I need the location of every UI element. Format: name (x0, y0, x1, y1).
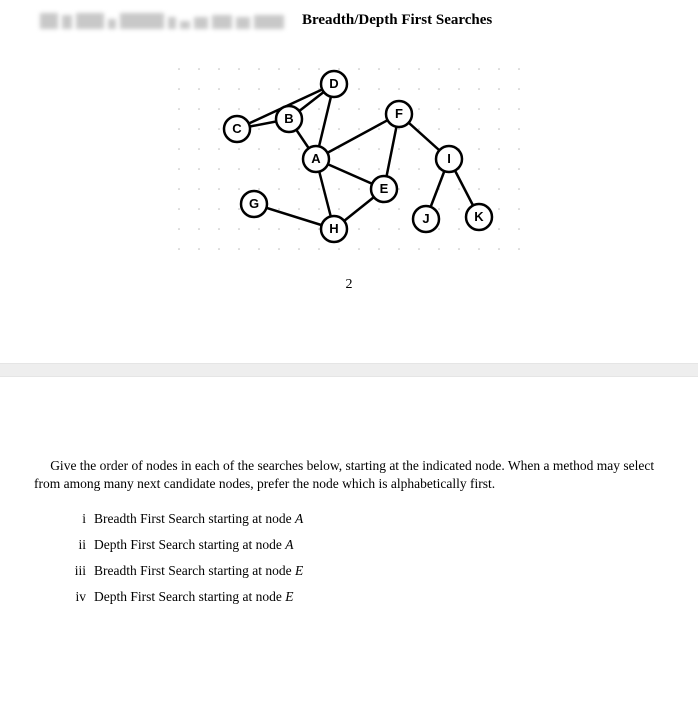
header: Breadth/Depth First Searches (0, 0, 698, 29)
graph-node-label: H (329, 221, 338, 236)
graph-node-label: A (311, 151, 321, 166)
graph-node-label: C (232, 121, 242, 136)
roman-numeral: iv (62, 589, 86, 605)
graph-node-label: K (474, 209, 484, 224)
graph-node-label: F (395, 106, 403, 121)
instructions-text: Give the order of nodes in each of the s… (34, 457, 664, 493)
graph-node-label: B (284, 111, 293, 126)
question-item: iii Breadth First Search starting at node… (62, 563, 664, 579)
section-divider (0, 363, 698, 377)
graph-node-label: E (380, 181, 389, 196)
graph-node-label: J (422, 211, 429, 226)
redacted-block (40, 13, 284, 29)
question-text: Breadth First Search starting at node (94, 511, 295, 526)
question-text: Depth First Search starting at node (94, 537, 285, 552)
graph-node-label: I (447, 151, 451, 166)
roman-numeral: ii (62, 537, 86, 553)
node-variable: E (295, 563, 303, 578)
graph-node-label: G (249, 196, 259, 211)
graph-diagram: D B C F A I G E H J K (159, 59, 539, 259)
roman-numeral: iii (62, 563, 86, 579)
node-variable: E (285, 589, 293, 604)
page-title: Breadth/Depth First Searches (302, 12, 492, 29)
question-item: ii Depth First Search starting at node A (62, 537, 664, 553)
page-number: 2 (0, 277, 698, 293)
content-area: Give the order of nodes in each of the s… (0, 377, 698, 605)
question-text: Depth First Search starting at node (94, 589, 285, 604)
question-item: i Breadth First Search starting at node A (62, 511, 664, 527)
node-variable: A (285, 537, 293, 552)
graph-node-label: D (329, 76, 338, 91)
node-variable: A (295, 511, 303, 526)
roman-numeral: i (62, 511, 86, 527)
question-text: Breadth First Search starting at node (94, 563, 295, 578)
question-list: i Breadth First Search starting at node A… (34, 511, 664, 605)
question-item: iv Depth First Search starting at node E (62, 589, 664, 605)
